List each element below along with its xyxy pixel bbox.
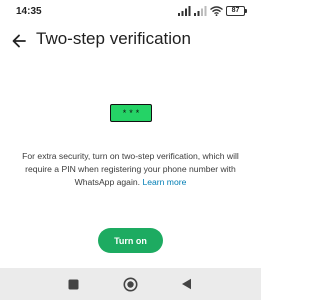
recents-button[interactable] — [65, 276, 81, 292]
pin-dot: * — [129, 107, 133, 118]
description-text: For extra security, turn on two-step ver… — [10, 150, 251, 189]
back-triangle-icon — [181, 278, 191, 290]
battery-level: 87 — [226, 6, 245, 16]
back-button[interactable] — [8, 30, 30, 52]
system-nav-bar — [0, 268, 261, 300]
battery-icon: 87 — [226, 6, 247, 16]
home-button[interactable] — [122, 276, 138, 292]
turn-on-button[interactable]: Turn on — [98, 228, 163, 253]
status-icons: 87 — [178, 6, 247, 16]
cellular-signal-icon — [178, 6, 191, 16]
wifi-icon — [210, 6, 223, 16]
recents-square-icon — [68, 279, 78, 289]
pin-illustration: * * * — [110, 104, 152, 122]
app-bar: Two-step verification — [0, 24, 261, 58]
pin-dot: * — [122, 107, 127, 118]
status-time: 14:35 — [16, 6, 42, 17]
home-circle-icon — [123, 277, 137, 291]
nav-back-button[interactable] — [178, 276, 194, 292]
description-body: For extra security, turn on two-step ver… — [22, 151, 239, 187]
page-title: Two-step verification — [36, 29, 191, 48]
learn-more-link[interactable]: Learn more — [142, 177, 186, 187]
pin-dot: * — [135, 107, 140, 118]
back-arrow-icon — [12, 34, 26, 48]
cellular-signal-icon — [194, 6, 207, 16]
status-bar: 14:35 87 — [0, 0, 261, 24]
